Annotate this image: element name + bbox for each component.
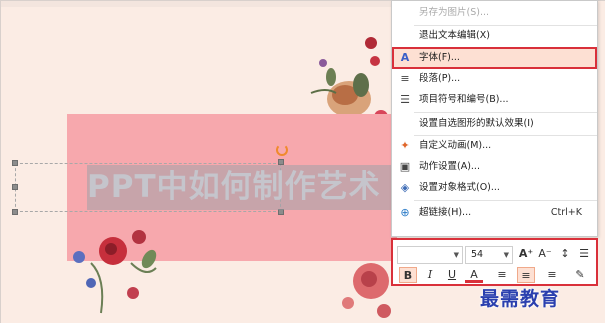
resize-handle-top-left[interactable] <box>12 160 18 166</box>
format-painter-icon[interactable]: ✎ <box>571 267 589 283</box>
art-text-content[interactable]: PPT中如何制作艺术 <box>87 165 393 210</box>
font-size-select[interactable]: 54 ▼ <box>465 246 513 264</box>
menu-item-action-settings[interactable]: ▣ 动作设置(A)... <box>392 157 597 177</box>
menu-item-label: 设置对象格式(O)... <box>419 182 500 193</box>
action-settings-icon: ▣ <box>399 160 411 173</box>
hyperlink-icon: ⊕ <box>400 206 410 219</box>
bold-button[interactable]: B <box>399 267 417 283</box>
slide-top-strip <box>1 1 393 7</box>
menu-item-default-shape-effect[interactable]: 设置自选图形的默认效果(I) <box>392 114 597 134</box>
bullets-icon: ☰ <box>400 93 410 106</box>
grow-font-button[interactable]: A⁺ <box>517 246 535 262</box>
menu-item-format-object[interactable]: ◈ 设置对象格式(O)... <box>392 178 597 198</box>
line-spacing-icon[interactable]: ↕ <box>556 246 574 262</box>
menu-item-label: 设置自选图形的默认效果(I) <box>419 118 534 129</box>
underline-button[interactable]: U <box>443 267 461 283</box>
menu-item-label: 退出文本编辑(X) <box>419 30 490 41</box>
menu-item-label: 字体(F)... <box>419 52 460 63</box>
font-color-button[interactable]: A <box>465 267 483 283</box>
menu-item-label: 段落(P)... <box>419 73 461 84</box>
chevron-down-icon: ▼ <box>503 251 509 259</box>
align-left-icon[interactable]: ≡ <box>493 267 511 283</box>
align-right-icon[interactable]: ≡ <box>543 267 561 283</box>
menu-item-font[interactable]: A 字体(F)... <box>392 47 597 69</box>
menu-item-save-as-picture[interactable]: 另存为图片(S)... <box>392 3 597 23</box>
menu-item-label: 项目符号和编号(B)... <box>419 94 509 105</box>
rotate-handle-icon[interactable] <box>276 144 288 156</box>
watermark-logo: 最需教育 <box>480 288 561 310</box>
menu-separator <box>414 112 597 113</box>
list-indent-icon[interactable]: ☰ <box>576 246 592 262</box>
font-size-value: 54 <box>471 249 484 260</box>
chevron-down-icon: ▼ <box>453 251 459 259</box>
format-object-icon: ◈ <box>400 181 410 194</box>
menu-item-shortcut: Ctrl+K <box>550 207 582 218</box>
flower-decoration-bottom-left <box>73 230 157 314</box>
align-center-icon[interactable]: ≡ <box>517 267 535 283</box>
font-name-select[interactable]: ▼ <box>397 246 463 264</box>
font-a-icon: A <box>400 51 410 64</box>
paragraph-icon: ≡ <box>400 72 410 85</box>
shrink-font-button[interactable]: A⁻ <box>536 246 554 262</box>
resize-handle-mid-left[interactable] <box>12 184 18 190</box>
menu-item-custom-animation[interactable]: ✦ 自定义动画(M)... <box>392 136 597 156</box>
menu-item-label: 自定义动画(M)... <box>419 140 492 151</box>
menu-separator <box>414 200 597 201</box>
mini-format-toolbar: ▼ 54 ▼ A⁺ A⁻ ↕ ☰ B I U A ≡ ≡ ≡ ✎ <box>391 238 598 286</box>
resize-handle-bottom-left[interactable] <box>12 209 18 215</box>
menu-item-label: 另存为图片(S)... <box>419 7 490 18</box>
menu-item-hyperlink[interactable]: ⊕ 超链接(H)... Ctrl+K <box>392 203 597 223</box>
menu-item-label: 超链接(H)... <box>419 207 472 218</box>
menu-item-label: 动作设置(A)... <box>419 161 480 172</box>
menu-item-bullets-numbering[interactable]: ☰ 项目符号和编号(B)... <box>392 90 597 110</box>
flower-decoration-bottom-right <box>342 263 391 318</box>
context-menu: 另存为图片(S)... 退出文本编辑(X) A 字体(F)... ≡ 段落(P)… <box>391 0 598 237</box>
custom-animation-icon: ✦ <box>400 139 410 152</box>
italic-button[interactable]: I <box>421 267 439 283</box>
menu-item-exit-text-edit[interactable]: 退出文本编辑(X) <box>392 26 597 46</box>
menu-item-paragraph[interactable]: ≡ 段落(P)... <box>392 69 597 89</box>
